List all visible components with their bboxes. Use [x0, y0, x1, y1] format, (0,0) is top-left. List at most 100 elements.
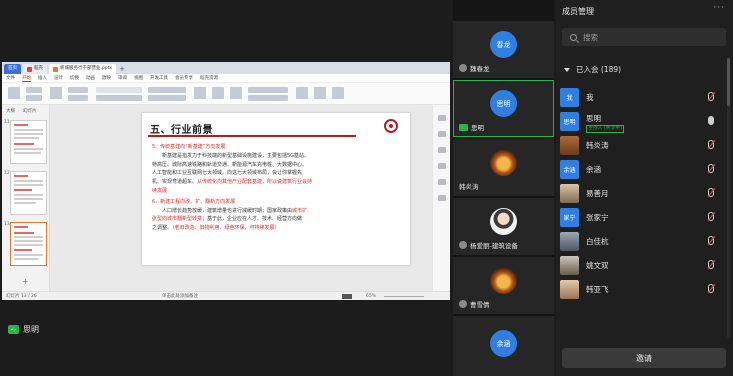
new-slide-icon[interactable]: [50, 87, 62, 99]
member-row[interactable]: 余涵 余涵: [556, 158, 726, 182]
avatar: 思明: [490, 90, 517, 117]
ribbon-menu-item[interactable]: 插入: [38, 75, 47, 81]
add-slide-icon[interactable]: +: [22, 277, 29, 286]
select-icon[interactable]: [314, 87, 326, 99]
video-tile[interactable]: 春龙 魏春龙: [453, 21, 554, 78]
title-underline: [148, 135, 356, 137]
copy-icon[interactable]: [26, 95, 42, 101]
avatar: 家宁: [560, 208, 579, 227]
wps-tab-home[interactable]: 首页: [4, 64, 21, 74]
slide-thumbnail[interactable]: [10, 171, 47, 215]
slide-body: 5、传统基建向“新基建”方向发展 新基建是指发力于科技端的新型基础设施建设，主要…: [152, 143, 382, 233]
ribbon-menu-item[interactable]: 设计: [54, 75, 63, 81]
ribbon-menu-item[interactable]: 开始: [22, 75, 31, 82]
mic-muted-icon[interactable]: [708, 92, 714, 101]
slide-line: 人口增长趋势放缓，建筑增量也进行减缓时期；国家政策由城市扩: [162, 207, 308, 214]
paragraph-icon[interactable]: [148, 87, 186, 93]
mic-muted-icon[interactable]: [708, 284, 714, 293]
tool-icon[interactable]: [438, 163, 446, 169]
wps-tab-docer[interactable]: 稻壳: [23, 64, 47, 74]
outline-icon[interactable]: [248, 95, 288, 101]
member-row[interactable]: 白佳杭: [556, 230, 726, 254]
current-slide[interactable]: 五、行业前景 5、传统基建向“新基建”方向发展 新基建是指发力于科技端的新型基础…: [142, 113, 410, 265]
joined-group-header[interactable]: 已入会 (189): [564, 64, 621, 75]
ribbon-menu-item[interactable]: 文件: [6, 75, 15, 81]
new-tab-icon[interactable]: +: [119, 64, 125, 74]
ribbon-menu-item[interactable]: 动画: [86, 75, 95, 81]
slide-thumbnails-pane: 大纲 幻灯片 11 12 13 +: [2, 105, 50, 291]
member-row[interactable]: 思明 思明 主持人 (共享中): [556, 110, 726, 134]
member-row[interactable]: 韩亚飞: [556, 278, 726, 302]
ribbon-menu-item[interactable]: 稻壳资源: [200, 75, 218, 81]
slides-tab[interactable]: 幻灯片: [23, 108, 37, 114]
reset-icon[interactable]: [68, 95, 88, 101]
play-icon[interactable]: [342, 294, 352, 299]
avatar: [490, 208, 517, 235]
tool-icon[interactable]: [438, 115, 446, 121]
find-icon[interactable]: [296, 87, 308, 99]
tool-icon[interactable]: [438, 147, 446, 153]
member-row[interactable]: 家宁 张家宁: [556, 206, 726, 230]
ribbon-menu-item[interactable]: 放映: [102, 75, 111, 81]
member-name: 张家宁: [586, 213, 609, 222]
slide-counter: 幻灯片 13 / 26: [6, 294, 37, 299]
more-icon[interactable]: ···: [713, 3, 725, 13]
mic-muted-icon[interactable]: [708, 164, 714, 173]
outline-tab[interactable]: 大纲: [6, 108, 15, 114]
notes-placeholder[interactable]: 单击此处添加备注: [162, 292, 198, 300]
mic-muted-icon[interactable]: [708, 140, 714, 149]
align-icon[interactable]: [148, 95, 186, 101]
ribbon-menu: 文件 开始 插入 设计 切换 动画 放映 审阅 视图 开发工具 会员专享 稻壳资…: [2, 74, 450, 83]
tool-icon[interactable]: [438, 195, 446, 201]
slideshow-icon[interactable]: [332, 87, 344, 99]
font-select-icon[interactable]: [96, 87, 142, 93]
panel-title: 成员管理: [562, 7, 594, 16]
member-name: 韩炎涛: [586, 141, 609, 150]
member-row[interactable]: 我 我: [556, 86, 726, 110]
video-tile-speaking[interactable]: 思明 思明: [453, 80, 554, 137]
slide-thumbnail-selected[interactable]: [10, 222, 47, 266]
member-row[interactable]: 韩炎涛: [556, 134, 726, 158]
tool-icon[interactable]: [438, 179, 446, 185]
video-tile[interactable]: 韩炎涛: [453, 139, 554, 196]
mic-muted-icon[interactable]: [708, 212, 714, 221]
video-tile[interactable]: 曹雪倩: [453, 257, 554, 314]
company-logo-icon: [384, 119, 398, 133]
avatar-mini: [459, 241, 467, 249]
ribbon-menu-item[interactable]: 审阅: [118, 75, 127, 81]
font-style-icon[interactable]: [96, 95, 142, 101]
ribbon-menu-item[interactable]: 会员专享: [175, 75, 193, 81]
thumb-number: 11: [4, 120, 10, 125]
invite-button[interactable]: 邀请: [562, 348, 726, 368]
ribbon-menu-item[interactable]: 视图: [134, 75, 143, 81]
video-tile[interactable]: 杨爱丽-建筑设备: [453, 198, 554, 255]
slide-heading-6: 6、新建工程向改、扩、翻新方向发展: [152, 198, 236, 205]
mic-muted-icon[interactable]: [708, 188, 714, 197]
wps-tab-document[interactable]: 新城服务行干部营业.pptx: [49, 64, 117, 74]
avatar: [560, 136, 579, 155]
member-row[interactable]: 易善月: [556, 182, 726, 206]
cut-icon[interactable]: [26, 87, 42, 93]
member-search[interactable]: [562, 28, 726, 46]
paste-icon[interactable]: [8, 87, 20, 99]
member-scrollbar[interactable]: [727, 58, 730, 338]
ribbon-menu-item[interactable]: 开发工具: [150, 75, 168, 81]
shape-icon[interactable]: [212, 87, 224, 99]
fill-icon[interactable]: [248, 87, 288, 93]
ribbon-menu-item[interactable]: 切换: [70, 75, 79, 81]
zoom-slider[interactable]: [384, 296, 424, 297]
tool-icon[interactable]: [438, 131, 446, 137]
layout-icon[interactable]: [68, 87, 88, 93]
video-tiles-column: 春龙 魏春龙 思明 思明 韩炎涛 杨爱丽-建筑设备 曹雪倩 余涵: [453, 0, 554, 376]
slide-thumbnail[interactable]: [10, 120, 47, 164]
avatar: 思明: [560, 112, 579, 131]
search-input[interactable]: [583, 32, 703, 42]
textbox-icon[interactable]: [194, 87, 206, 99]
arrange-icon[interactable]: [230, 87, 242, 99]
video-tile[interactable]: 余涵: [453, 316, 554, 376]
mic-on-icon[interactable]: [708, 116, 714, 125]
tile-name: 思明: [459, 122, 484, 132]
mic-muted-icon[interactable]: [708, 236, 714, 245]
mic-muted-icon[interactable]: [708, 260, 714, 269]
member-row[interactable]: 姚文双: [556, 254, 726, 278]
